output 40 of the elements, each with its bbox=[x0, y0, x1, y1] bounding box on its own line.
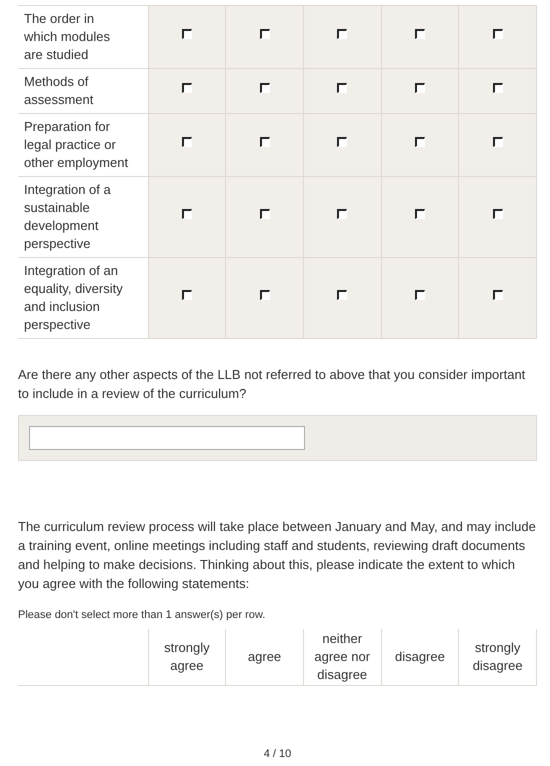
checkbox[interactable] bbox=[260, 137, 270, 147]
checkbox[interactable] bbox=[492, 83, 503, 93]
answer-field[interactable] bbox=[29, 426, 305, 450]
intro-text: The curriculum review process will take place between January and May, and may include a training event, online meetings including staff and students, reviewing draft documents and helping to make decisions. Thinking about this, please indicate the extent to which you agree with the following statements: bbox=[18, 518, 537, 593]
checkbox[interactable] bbox=[492, 29, 503, 39]
checkbox[interactable] bbox=[182, 29, 192, 39]
instruction-note: Please don't select more than 1 answer(s) per row. bbox=[18, 609, 266, 621]
checkbox[interactable] bbox=[414, 83, 425, 93]
checkbox[interactable] bbox=[337, 137, 348, 147]
column-header: disagree bbox=[381, 629, 459, 686]
checkbox[interactable] bbox=[182, 290, 192, 300]
question-text: Are there any other aspects of the LLB not referred to above that you consider important to include in a review of the curriculum? bbox=[18, 366, 526, 403]
checkbox[interactable] bbox=[337, 290, 348, 300]
row-label: Methods of assessment bbox=[18, 68, 148, 114]
checkbox[interactable] bbox=[260, 209, 270, 219]
column-header: strongly agree bbox=[148, 629, 226, 686]
checkbox[interactable] bbox=[182, 83, 192, 93]
checkbox[interactable] bbox=[260, 29, 270, 39]
checkbox[interactable] bbox=[414, 29, 425, 39]
checkbox[interactable] bbox=[414, 290, 425, 300]
row-label: Integration of a sustainable development perspective bbox=[18, 176, 148, 258]
row-label: Integration of an equality, diversity and inclusion perspective bbox=[18, 258, 148, 338]
checkbox[interactable] bbox=[337, 209, 348, 219]
row-label: The order in which modules are studied bbox=[18, 6, 148, 68]
column-header: agree bbox=[226, 629, 304, 686]
checkbox[interactable] bbox=[492, 290, 503, 300]
checkbox[interactable] bbox=[414, 209, 425, 219]
checkbox[interactable] bbox=[414, 137, 425, 147]
checkbox[interactable] bbox=[492, 137, 503, 147]
checkbox[interactable] bbox=[260, 290, 270, 300]
page-indicator: 4 / 10 bbox=[264, 748, 292, 760]
checkbox[interactable] bbox=[260, 83, 270, 93]
checkbox[interactable] bbox=[337, 29, 348, 39]
column-header: strongly disagree bbox=[458, 629, 536, 686]
checkbox[interactable] bbox=[492, 209, 503, 219]
checkbox[interactable] bbox=[182, 137, 192, 147]
checkbox[interactable] bbox=[182, 209, 192, 219]
row-label: Preparation for legal practice or other employment bbox=[18, 114, 148, 176]
column-header: neither agree nor disagree bbox=[303, 629, 382, 686]
checkbox[interactable] bbox=[337, 83, 348, 93]
